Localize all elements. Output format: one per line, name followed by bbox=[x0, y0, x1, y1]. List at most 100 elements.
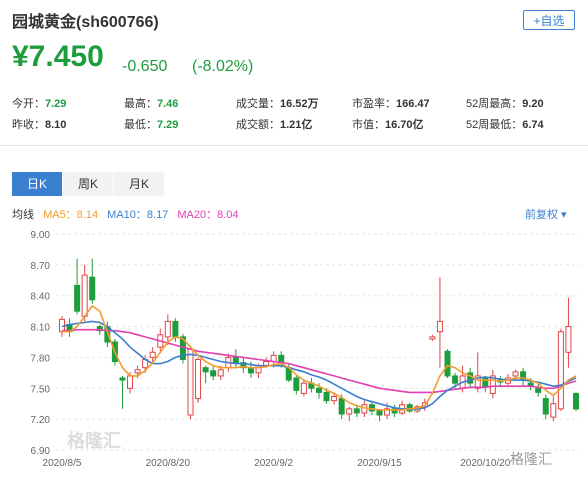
stat-value: 7.29 bbox=[157, 119, 179, 131]
x-tick-label: 2020/8/5 bbox=[43, 458, 82, 469]
candle-body bbox=[550, 403, 557, 418]
candle-body bbox=[119, 377, 126, 381]
stat-value: 166.47 bbox=[396, 98, 430, 110]
candle-body bbox=[127, 375, 134, 389]
current-price: ¥7.450 bbox=[12, 40, 104, 73]
ma5-legend: MA5：8.14 bbox=[43, 209, 99, 221]
y-tick-label: 8.40 bbox=[31, 292, 51, 303]
stock-title: 园城黄金(sh600766) bbox=[12, 14, 159, 31]
candle-body bbox=[323, 391, 330, 402]
ma-legend: 均线 MA5：8.14 MA10：8.17 MA20：8.04 bbox=[12, 206, 245, 222]
y-tick-label: 8.10 bbox=[31, 323, 51, 334]
stat-label: 52周最低： bbox=[466, 119, 523, 131]
y-tick-label: 7.50 bbox=[31, 384, 51, 395]
stat-row1-4: 52周最高：9.20 bbox=[466, 95, 544, 111]
period-tabs: 日K 周K 月K bbox=[12, 172, 165, 196]
tab-monthly-k[interactable]: 月K bbox=[114, 172, 164, 196]
candle-body bbox=[482, 377, 489, 387]
candle-body bbox=[406, 404, 413, 412]
candle-body bbox=[195, 358, 202, 400]
candle-body bbox=[149, 351, 156, 358]
divider bbox=[0, 145, 588, 146]
candle-body bbox=[542, 398, 549, 415]
y-tick-label: 7.20 bbox=[31, 415, 51, 426]
stat-row2-0: 昨收：8.10 bbox=[12, 116, 66, 132]
y-tick-label: 7.80 bbox=[31, 353, 51, 364]
ma-legend-label: 均线 bbox=[12, 209, 34, 221]
price-change: -0.650 bbox=[122, 58, 168, 75]
candle-body bbox=[429, 336, 436, 340]
add-watchlist-button[interactable]: +自选 bbox=[523, 10, 575, 30]
candle-body bbox=[217, 369, 224, 377]
y-tick-label: 6.90 bbox=[31, 446, 51, 457]
stat-value: 7.46 bbox=[157, 98, 179, 110]
stat-value: 8.10 bbox=[45, 119, 67, 131]
candle-body bbox=[368, 404, 375, 412]
stat-label: 成交量： bbox=[236, 98, 280, 110]
candle-body bbox=[331, 396, 338, 402]
stat-row2-1: 最低：7.29 bbox=[124, 116, 178, 132]
stat-row2-3: 市值：16.70亿 bbox=[352, 116, 424, 132]
candle-body bbox=[232, 356, 239, 364]
candle-body bbox=[535, 387, 542, 393]
watermark: 格隆汇 bbox=[67, 431, 121, 451]
candle-body bbox=[300, 382, 307, 394]
ma10-legend: MA10：8.17 bbox=[107, 209, 169, 221]
stat-row1-3: 市盈率：166.47 bbox=[352, 95, 430, 111]
stat-row2-4: 52周最低：6.74 bbox=[466, 116, 544, 132]
candle-body bbox=[187, 348, 194, 416]
candle-body bbox=[452, 375, 459, 384]
stat-label: 52周最高： bbox=[466, 98, 523, 110]
adjust-dropdown[interactable]: 前复权 ▾ bbox=[525, 206, 567, 222]
stat-value: 16.52万 bbox=[280, 98, 319, 110]
x-tick-label: 2020/9/2 bbox=[254, 458, 293, 469]
candle-body bbox=[557, 331, 564, 410]
stat-label: 最低： bbox=[124, 119, 157, 131]
price-change-percent: (-8.02%) bbox=[192, 58, 254, 75]
candle-body bbox=[164, 320, 171, 338]
candle-body bbox=[134, 369, 141, 374]
stat-value: 6.74 bbox=[522, 119, 544, 131]
candle-body bbox=[376, 410, 383, 416]
candle-body bbox=[353, 408, 360, 414]
candle-body bbox=[316, 387, 322, 393]
stat-value: 9.20 bbox=[522, 98, 544, 110]
tab-weekly-k[interactable]: 周K bbox=[63, 172, 113, 196]
x-tick-label: 2020/9/15 bbox=[357, 458, 402, 469]
ma20-line bbox=[62, 328, 577, 394]
candle-body bbox=[172, 320, 179, 338]
stat-row1-1: 最高：7.46 bbox=[124, 95, 178, 111]
y-tick-label: 9.00 bbox=[31, 230, 51, 241]
stat-label: 成交额： bbox=[236, 119, 280, 131]
candle-body bbox=[436, 320, 443, 333]
candle-body bbox=[74, 284, 81, 312]
candle-body bbox=[210, 370, 217, 377]
stat-value: 1.21亿 bbox=[280, 119, 313, 131]
x-tick-label: 2020/10/20 bbox=[460, 458, 510, 469]
ma20-legend: MA20：8.04 bbox=[177, 209, 239, 221]
y-tick-label: 8.70 bbox=[31, 261, 51, 272]
stat-label: 昨收： bbox=[12, 119, 45, 131]
stat-value: 16.70亿 bbox=[385, 119, 424, 131]
stat-row1-2: 成交量：16.52万 bbox=[236, 95, 319, 111]
candle-body bbox=[293, 377, 300, 391]
candle-body bbox=[512, 371, 519, 377]
candle-body bbox=[346, 408, 353, 415]
logo-text: 格隆汇 bbox=[510, 451, 552, 467]
tab-daily-k[interactable]: 日K bbox=[12, 172, 62, 196]
stat-row1-0: 今开：7.29 bbox=[12, 95, 66, 111]
candle-body bbox=[444, 350, 451, 377]
stat-label: 市值： bbox=[352, 119, 385, 131]
candle-body bbox=[573, 392, 579, 410]
stat-row2-2: 成交额：1.21亿 bbox=[236, 116, 312, 132]
candle-body bbox=[565, 326, 572, 353]
x-tick-label: 2020/8/20 bbox=[146, 458, 191, 469]
candle-body bbox=[81, 274, 88, 317]
stat-label: 最高： bbox=[124, 98, 157, 110]
stat-value: 7.29 bbox=[45, 98, 67, 110]
stat-label: 市盈率： bbox=[352, 98, 396, 110]
candle-body bbox=[202, 367, 209, 373]
stat-label: 今开： bbox=[12, 98, 45, 110]
candle-body bbox=[338, 398, 345, 415]
candle-body bbox=[89, 276, 96, 301]
